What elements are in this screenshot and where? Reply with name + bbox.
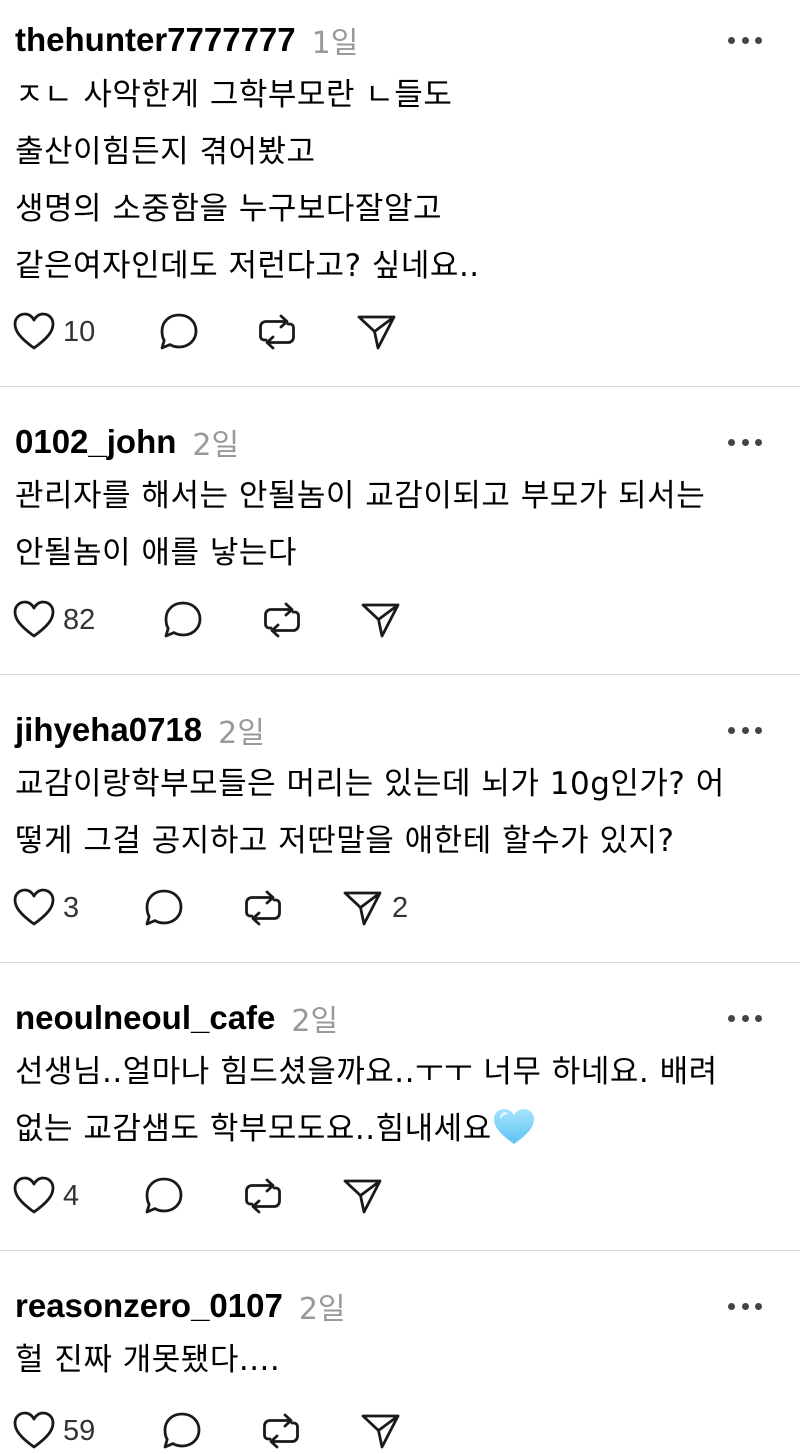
like-count: 10 bbox=[63, 315, 96, 348]
like-button[interactable]: 82 bbox=[13, 600, 95, 640]
heart-icon bbox=[13, 312, 55, 350]
reply-text: 교감이랑학부모들은 머리는 있는데 뇌가 10g인가? 어 떻게 그걸 공지하고… bbox=[15, 756, 785, 870]
repost-icon bbox=[259, 314, 295, 350]
repost-button[interactable] bbox=[260, 1411, 302, 1451]
heart-icon bbox=[13, 600, 55, 638]
reply-header: thehunter7777777 1일 bbox=[15, 20, 359, 61]
reply-text-line: 같은여자인데도 저런다고? 싶네요.. bbox=[15, 248, 480, 284]
like-button[interactable]: 10 bbox=[13, 312, 95, 352]
action-bar: 59 bbox=[13, 1411, 713, 1451]
more-options-icon[interactable] bbox=[728, 438, 762, 446]
action-bar: 82 bbox=[13, 600, 713, 640]
send-icon bbox=[361, 1414, 400, 1449]
share-count: 2 bbox=[392, 891, 409, 924]
reply-text-line: 교감이랑학부모들은 머리는 있는데 뇌가 10g인가? 어 bbox=[15, 766, 725, 802]
repost-icon bbox=[245, 1178, 281, 1214]
timestamp: 1일 bbox=[311, 26, 359, 61]
like-button[interactable]: 4 bbox=[13, 1176, 79, 1216]
send-icon bbox=[357, 315, 396, 350]
repost-button[interactable] bbox=[242, 1176, 284, 1216]
heart-icon bbox=[13, 1176, 55, 1214]
timestamp: 2일 bbox=[298, 1292, 346, 1327]
comment-bubble-icon bbox=[145, 1177, 183, 1214]
like-count: 4 bbox=[63, 1179, 80, 1212]
reply-text: 관리자를 해서는 안될놈이 교감이되고 부모가 되서는 안될놈이 애를 낳는다 bbox=[15, 468, 785, 582]
more-options-icon[interactable] bbox=[728, 1014, 762, 1022]
divider bbox=[0, 674, 800, 675]
reply-text-line: 없는 교감샘도 학부모도요..힘내세요 bbox=[15, 1101, 785, 1158]
divider bbox=[0, 386, 800, 387]
repost-icon bbox=[263, 1413, 299, 1449]
comment-button[interactable] bbox=[158, 312, 200, 352]
share-button[interactable] bbox=[342, 1176, 384, 1216]
share-button[interactable]: 2 bbox=[342, 888, 408, 928]
repost-icon bbox=[264, 602, 300, 638]
reply-text-line: 관리자를 해서는 안될놈이 교감이되고 부모가 되서는 bbox=[15, 478, 706, 514]
comment-button[interactable] bbox=[161, 1411, 203, 1451]
reply-text: 헐 진짜 개못됐다.... bbox=[15, 1332, 785, 1389]
heart-icon bbox=[13, 1411, 55, 1449]
like-count: 3 bbox=[63, 891, 80, 924]
username[interactable]: reasonzero_0107 bbox=[15, 1287, 283, 1325]
reply-text-line: 선생님..얼마나 힘드셨을까요..ㅜㅜ 너무 하네요. 배려 bbox=[15, 1054, 718, 1090]
action-bar: 4 bbox=[13, 1176, 713, 1216]
comment-button[interactable] bbox=[143, 888, 185, 928]
reply-text: 선생님..얼마나 힘드셨을까요..ㅜㅜ 너무 하네요. 배려 없는 교감샘도 학… bbox=[15, 1044, 785, 1158]
repost-button[interactable] bbox=[261, 600, 303, 640]
divider bbox=[0, 1250, 800, 1251]
username[interactable]: thehunter7777777 bbox=[15, 21, 296, 59]
reply-text-line: 떻게 그걸 공지하고 저딴말을 애한테 할수가 있지? bbox=[15, 823, 675, 859]
reply-header: reasonzero_0107 2일 bbox=[15, 1286, 346, 1327]
action-bar: 3 2 bbox=[13, 888, 713, 928]
reply-text-line: 헐 진짜 개못됐다.... bbox=[15, 1342, 281, 1378]
username[interactable]: neoulneoul_cafe bbox=[15, 999, 275, 1037]
light-blue-heart-icon bbox=[493, 1109, 534, 1144]
divider bbox=[0, 962, 800, 963]
timestamp: 2일 bbox=[192, 428, 240, 463]
like-count: 59 bbox=[63, 1414, 96, 1447]
comment-bubble-icon bbox=[160, 313, 198, 350]
comment-button[interactable] bbox=[143, 1176, 185, 1216]
username[interactable]: 0102_john bbox=[15, 423, 176, 461]
reply-text: ㅈㄴ 사악한게 그학부모란 ㄴ들도 출산이힘든지 겪어봤고 생명의 소중함을 누… bbox=[15, 67, 785, 295]
send-icon bbox=[343, 1179, 382, 1214]
reply-header: 0102_john 2일 bbox=[15, 422, 240, 463]
reply-header: jihyeha0718 2일 bbox=[15, 710, 265, 751]
repost-icon bbox=[245, 890, 281, 926]
send-icon bbox=[361, 603, 400, 638]
timestamp: 2일 bbox=[218, 716, 265, 751]
like-button[interactable]: 3 bbox=[13, 888, 79, 928]
reply-text-line: ㅈㄴ 사악한게 그학부모란 ㄴ들도 bbox=[15, 77, 453, 113]
like-count: 82 bbox=[63, 603, 96, 636]
comment-bubble-icon bbox=[163, 1412, 201, 1449]
username[interactable]: jihyeha0718 bbox=[15, 711, 202, 749]
heart-icon bbox=[13, 888, 55, 926]
comment-bubble-icon bbox=[145, 889, 183, 926]
send-icon bbox=[343, 891, 382, 926]
repost-button[interactable] bbox=[242, 888, 284, 928]
share-button[interactable] bbox=[356, 312, 398, 352]
timestamp: 2일 bbox=[291, 1004, 339, 1039]
reply-header: neoulneoul_cafe 2일 bbox=[15, 998, 339, 1039]
more-options-icon[interactable] bbox=[728, 1302, 762, 1310]
more-options-icon[interactable] bbox=[728, 36, 762, 44]
comment-bubble-icon bbox=[164, 601, 202, 638]
comment-button[interactable] bbox=[162, 600, 204, 640]
like-button[interactable]: 59 bbox=[13, 1411, 95, 1451]
share-button[interactable] bbox=[360, 1411, 402, 1451]
more-options-icon[interactable] bbox=[728, 726, 762, 734]
reply-text-line: 출산이힘든지 겪어봤고 bbox=[15, 134, 316, 170]
repost-button[interactable] bbox=[256, 312, 298, 352]
reply-text-fragment: 없는 교감샘도 학부모도요..힘내세요 bbox=[15, 1111, 492, 1147]
share-button[interactable] bbox=[360, 600, 402, 640]
reply-text-line: 안될놈이 애를 낳는다 bbox=[15, 535, 297, 571]
reply-text-line: 생명의 소중함을 누구보다잘알고 bbox=[15, 191, 442, 227]
action-bar: 10 bbox=[13, 312, 713, 352]
